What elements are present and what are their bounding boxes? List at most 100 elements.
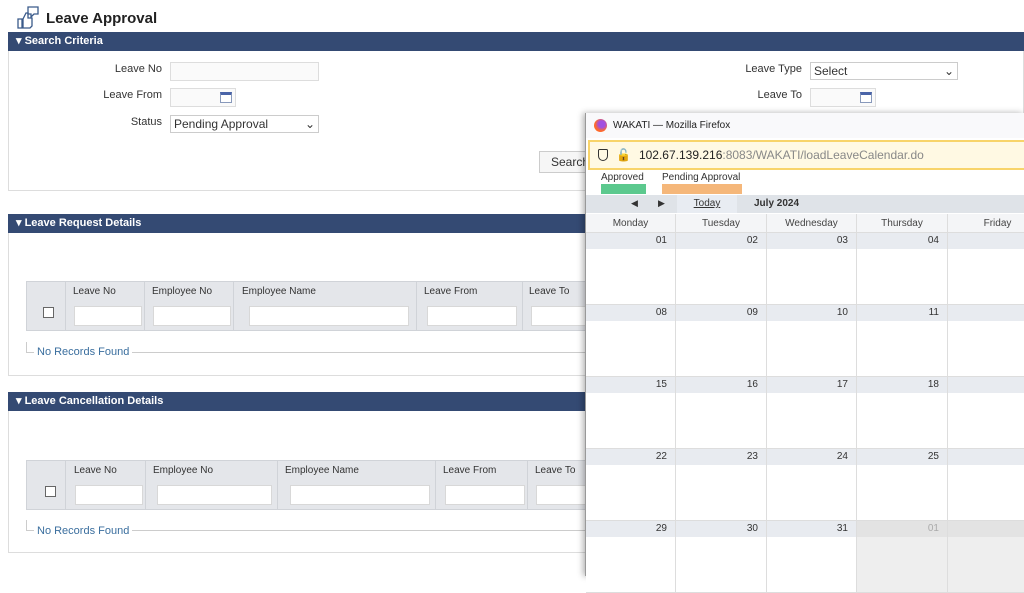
leave-type-select[interactable]: Select ⌄ (810, 62, 958, 80)
next-month-icon[interactable]: ▶ (658, 198, 665, 209)
leave-no-input[interactable] (170, 62, 319, 81)
filter-input[interactable] (290, 485, 430, 505)
leave-type-label: Leave Type (745, 63, 802, 75)
filter-input[interactable] (157, 485, 272, 505)
calendar-day-cell[interactable]: 11 (857, 305, 948, 377)
leave-from-label: Leave From (103, 89, 162, 101)
day-number: 31 (767, 521, 856, 537)
status-select[interactable]: Pending Approval ⌄ (170, 115, 319, 133)
day-number: 11 (857, 305, 947, 321)
calendar-day-cell[interactable]: 23 (676, 449, 767, 521)
firefox-popup-window: WAKATI — Mozilla Firefox 🔓 102.67.139.21… (585, 113, 1024, 593)
day-number: 18 (857, 377, 947, 393)
column-header: Employee Name (285, 465, 359, 476)
insecure-lock-icon[interactable]: 🔓 (616, 148, 631, 162)
day-header: Wednesday (767, 214, 857, 233)
window-titlebar: WAKATI — Mozilla Firefox (586, 113, 1024, 138)
calendar-day-cell[interactable]: 01 (857, 521, 948, 593)
filter-input[interactable] (249, 306, 409, 326)
month-title: July 2024 (754, 198, 800, 209)
section-title: Leave Request Details (24, 217, 142, 229)
chevron-down-icon: ⌄ (943, 64, 954, 78)
calendar-day-cell[interactable]: 18 (857, 377, 948, 449)
day-number: 04 (857, 233, 947, 249)
url-path: :8083/WAKATI/loadLeaveCalendar.do (722, 148, 924, 162)
url-bar[interactable]: 🔓 102.67.139.216:8083/WAKATI/loadLeaveCa… (588, 140, 1024, 170)
calendar-day-cell[interactable]: 19 (948, 377, 1024, 449)
leave-from-input[interactable] (170, 88, 236, 107)
day-header: Thursday (857, 214, 948, 233)
calendar-day-cell[interactable]: 12 (948, 305, 1024, 377)
column-header: Leave From (443, 465, 497, 476)
calendar-day-cell[interactable]: 08 (586, 305, 676, 377)
filter-input[interactable] (74, 306, 142, 326)
prev-month-icon[interactable]: ◀ (631, 198, 638, 209)
shield-icon[interactable] (598, 149, 608, 161)
day-number: 15 (586, 377, 675, 393)
calendar-day-cell[interactable]: 30 (676, 521, 767, 593)
calendar-icon[interactable] (220, 92, 232, 103)
calendar-day-cell[interactable]: 24 (767, 449, 857, 521)
day-number: 19 (948, 377, 1024, 393)
leave-type-value: Select (814, 64, 848, 78)
thumbs-approval-icon (17, 6, 39, 29)
calendar-day-cell[interactable]: 25 (857, 449, 948, 521)
calendar-day-cell[interactable]: 15 (586, 377, 676, 449)
firefox-logo-icon (594, 119, 607, 132)
filter-input[interactable] (427, 306, 517, 326)
calendar-day-cell[interactable]: 01 (586, 233, 676, 305)
leave-to-input[interactable] (810, 88, 876, 107)
calendar-day-cell[interactable]: 03 (767, 233, 857, 305)
select-all-checkbox[interactable] (45, 486, 56, 497)
calendar-day-cell[interactable]: 04 (857, 233, 948, 305)
day-number: 17 (767, 377, 856, 393)
calendar-day-cell[interactable]: 31 (767, 521, 857, 593)
legend-pending-label: Pending Approval (662, 172, 741, 183)
chevron-down-icon: ⌄ (304, 117, 315, 131)
column-header: Leave From (424, 286, 478, 297)
calendar-day-cell[interactable]: 26 (948, 449, 1024, 521)
day-number: 16 (676, 377, 766, 393)
day-number: 25 (857, 449, 947, 465)
day-number: 09 (676, 305, 766, 321)
day-number: 02 (676, 233, 766, 249)
no-records-text: No Records Found (34, 346, 133, 358)
legend-approved-swatch (601, 184, 646, 194)
search-criteria-header[interactable]: ▾ Search Criteria (8, 32, 1024, 51)
calendar-day-cell[interactable]: 29 (586, 521, 676, 593)
calendar-day-cell[interactable]: 16 (676, 377, 767, 449)
calendar-icon[interactable] (860, 92, 872, 103)
leave-no-label: Leave No (114, 63, 162, 75)
no-records-text: No Records Found (34, 525, 133, 537)
select-all-checkbox[interactable] (43, 307, 54, 318)
day-header: Tuesday (676, 214, 767, 233)
day-number: 01 (586, 233, 675, 249)
section-title: Leave Cancellation Details (24, 395, 164, 407)
day-number: 30 (676, 521, 766, 537)
column-header: Leave No (73, 286, 116, 297)
day-number: 26 (948, 449, 1024, 465)
legend-pending-swatch (662, 184, 742, 194)
page-header: Leave Approval (16, 6, 157, 30)
day-number: 24 (767, 449, 856, 465)
filter-input[interactable] (531, 306, 591, 326)
calendar-day-cell[interactable]: 09 (676, 305, 767, 377)
calendar-day-cell[interactable]: 10 (767, 305, 857, 377)
filter-input[interactable] (445, 485, 525, 505)
calendar-day-cell[interactable]: 05 (948, 233, 1024, 305)
filter-input[interactable] (75, 485, 143, 505)
calendar-day-cell[interactable]: 02 (948, 521, 1024, 593)
day-number: 23 (676, 449, 766, 465)
calendar-day-cell[interactable]: 17 (767, 377, 857, 449)
calendar-day-cell[interactable]: 02 (676, 233, 767, 305)
leave-to-label: Leave To (757, 89, 802, 101)
calendar-day-cell[interactable]: 22 (586, 449, 676, 521)
column-header: Employee No (153, 465, 214, 476)
column-header: Leave To (535, 465, 576, 476)
day-number: 12 (948, 305, 1024, 321)
day-number: 08 (586, 305, 675, 321)
column-header: Leave To (529, 286, 570, 297)
today-button[interactable]: Today (677, 195, 737, 213)
filter-input[interactable] (153, 306, 231, 326)
day-number: 29 (586, 521, 675, 537)
